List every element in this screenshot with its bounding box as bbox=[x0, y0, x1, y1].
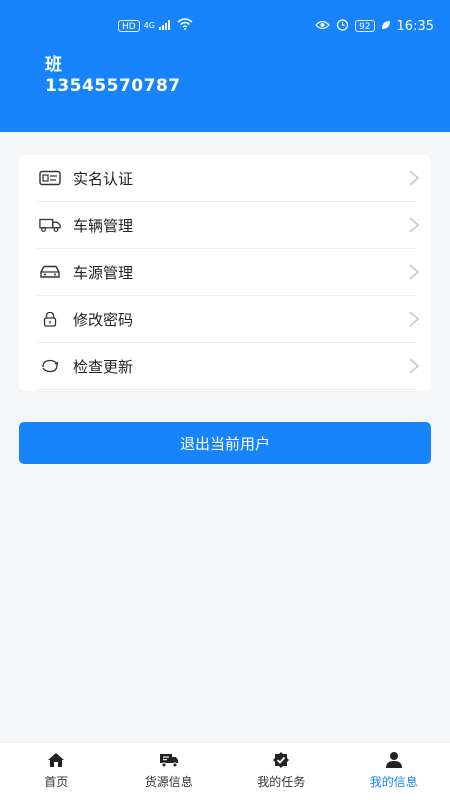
chevron-right-icon bbox=[409, 311, 420, 327]
settings-menu: 实名认证 车辆管理 车源管理 修改密码 检查更新 bbox=[19, 155, 431, 391]
leaf-icon bbox=[381, 19, 391, 33]
car-icon bbox=[39, 261, 61, 283]
user-icon bbox=[384, 751, 404, 769]
alarm-icon bbox=[336, 18, 349, 34]
user-phone: 13545570787 bbox=[45, 76, 181, 96]
status-bar: HD 4G 92 16:35 bbox=[0, 0, 450, 50]
menu-item-vehicle-management[interactable]: 车辆管理 bbox=[19, 202, 431, 249]
menu-item-label: 修改密码 bbox=[73, 311, 134, 329]
chevron-right-icon bbox=[409, 170, 420, 186]
chevron-right-icon bbox=[409, 217, 420, 233]
user-name: 班 bbox=[45, 55, 62, 75]
cargo-truck-icon bbox=[159, 751, 179, 769]
home-icon bbox=[46, 751, 66, 769]
menu-item-change-password[interactable]: 修改密码 bbox=[19, 296, 431, 343]
nav-item-my-info[interactable]: 我的信息 bbox=[338, 743, 450, 800]
battery-icon: 92 bbox=[355, 20, 375, 32]
refresh-icon bbox=[39, 355, 61, 377]
nav-label: 货源信息 bbox=[144, 775, 193, 789]
id-card-icon bbox=[39, 167, 61, 189]
my-info-screen: HD 4G 92 16:35 班 13545570787 实名认证 车辆管理 车… bbox=[0, 0, 450, 800]
nav-label: 我的任务 bbox=[257, 775, 306, 789]
truck-icon bbox=[39, 214, 61, 236]
menu-item-check-update[interactable]: 检查更新 bbox=[19, 343, 431, 390]
status-network: HD 4G bbox=[118, 18, 193, 33]
nav-item-cargo-info[interactable]: 货源信息 bbox=[113, 743, 226, 800]
profile-header: HD 4G 92 16:35 班 13545570787 bbox=[0, 0, 450, 132]
bottom-nav: 首页 货源信息 我的任务 我的信息 bbox=[0, 742, 450, 800]
status-system: 92 16:35 bbox=[315, 18, 434, 34]
divider bbox=[37, 389, 417, 390]
logout-button[interactable]: 退出当前用户 bbox=[19, 422, 431, 464]
chevron-right-icon bbox=[409, 264, 420, 280]
nav-item-home[interactable]: 首页 bbox=[0, 743, 113, 800]
menu-item-label: 实名认证 bbox=[73, 170, 134, 188]
chevron-right-icon bbox=[409, 358, 420, 374]
hd-indicator: HD bbox=[118, 19, 140, 32]
status-time: 16:35 bbox=[396, 18, 434, 34]
nav-label: 首页 bbox=[44, 775, 69, 789]
lock-icon bbox=[39, 308, 61, 330]
menu-item-label: 车源管理 bbox=[73, 264, 134, 282]
network-type: 4G bbox=[143, 21, 155, 30]
nav-item-my-tasks[interactable]: 我的任务 bbox=[225, 743, 338, 800]
nav-label: 我的信息 bbox=[369, 775, 418, 789]
menu-item-label: 车辆管理 bbox=[73, 217, 134, 235]
menu-item-label: 检查更新 bbox=[73, 358, 134, 376]
signal-icon bbox=[159, 19, 173, 33]
menu-item-vehicle-source-management[interactable]: 车源管理 bbox=[19, 249, 431, 296]
task-check-icon bbox=[271, 751, 291, 769]
eye-icon bbox=[315, 19, 330, 33]
menu-item-real-name-auth[interactable]: 实名认证 bbox=[19, 155, 431, 202]
wifi-icon bbox=[177, 18, 193, 33]
